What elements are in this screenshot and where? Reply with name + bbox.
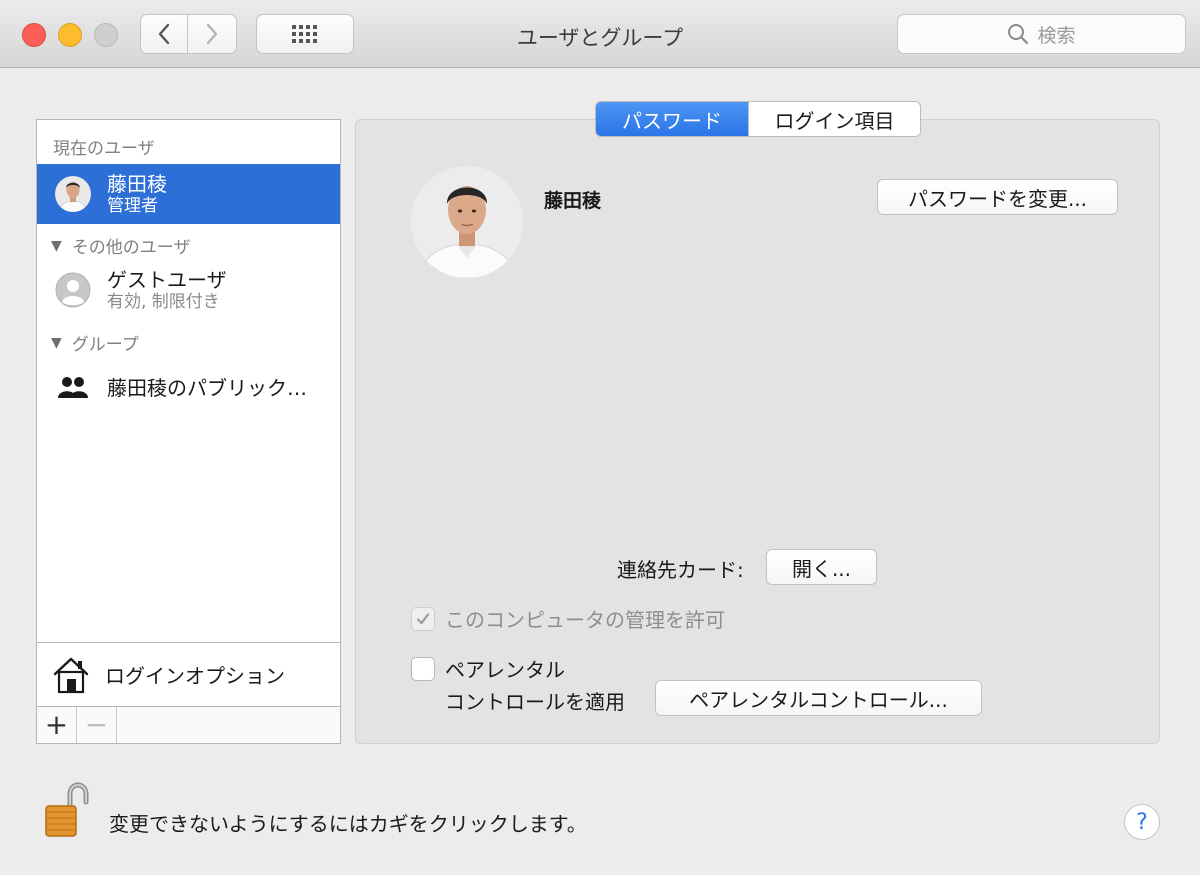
sidebar-item-current-user[interactable]: 藤田稜 管理者 bbox=[37, 164, 340, 224]
allow-admin-row: このコンピュータの管理を許可 bbox=[411, 604, 725, 633]
groups-disclosure[interactable]: ▼ グループ bbox=[51, 330, 139, 356]
group-icon bbox=[55, 370, 91, 406]
tab-password[interactable]: パスワード bbox=[596, 102, 748, 136]
login-options-label: ログインオプション bbox=[105, 664, 285, 688]
parental-controls-label-line2: コントロールを適用 bbox=[445, 690, 625, 714]
lock-instruction-text: 変更できないようにするにはカギをクリックします。 bbox=[109, 812, 587, 836]
current-user-role: 管理者 bbox=[107, 195, 158, 216]
guest-user-name: ゲストユーザ bbox=[107, 267, 227, 292]
chevron-right-icon bbox=[206, 23, 218, 45]
search-placeholder: 検索 bbox=[1037, 24, 1076, 47]
house-icon bbox=[53, 657, 89, 693]
search-icon bbox=[1008, 24, 1029, 45]
minimize-window-button[interactable] bbox=[58, 23, 82, 47]
parental-controls-label: ペアレンタル bbox=[445, 658, 565, 682]
back-button[interactable] bbox=[140, 14, 188, 54]
allow-admin-checkbox[interactable] bbox=[411, 606, 435, 631]
grid-icon bbox=[292, 25, 317, 43]
group-name: 藤田稜のパブリック… bbox=[107, 376, 307, 400]
user-name: 藤田稜 bbox=[544, 190, 602, 212]
parental-controls-row: ペアレンタル bbox=[411, 654, 565, 683]
forward-button[interactable] bbox=[188, 14, 237, 54]
other-users-disclosure[interactable]: ▼ その他のユーザ bbox=[51, 233, 191, 259]
close-window-button[interactable] bbox=[22, 23, 46, 47]
login-options-item[interactable]: ログインオプション bbox=[37, 642, 340, 706]
disclosure-triangle-icon: ▼ bbox=[51, 334, 62, 351]
parental-controls-checkbox[interactable] bbox=[411, 656, 435, 681]
title-bar: ユーザとグループ 検索 bbox=[0, 0, 1200, 68]
other-users-header: その他のユーザ bbox=[71, 238, 191, 258]
tab-bar: パスワード ログイン項目 bbox=[595, 101, 921, 137]
search-field[interactable]: 検索 bbox=[897, 14, 1186, 54]
tab-login-items[interactable]: ログイン項目 bbox=[748, 102, 920, 136]
current-user-name: 藤田稜 bbox=[107, 171, 167, 196]
sidebar-bottom-bar: + − bbox=[37, 706, 340, 743]
guest-user-status: 有効, 制限付き bbox=[107, 291, 220, 312]
unlocked-padlock-icon[interactable] bbox=[40, 780, 90, 844]
groups-header: グループ bbox=[71, 335, 139, 355]
disclosure-triangle-icon: ▼ bbox=[51, 237, 62, 254]
remove-user-button[interactable]: − bbox=[77, 707, 117, 743]
help-button[interactable]: ? bbox=[1124, 804, 1160, 840]
guest-avatar-icon bbox=[55, 272, 91, 308]
add-user-button[interactable]: + bbox=[37, 707, 77, 743]
users-sidebar: 現在のユーザ 藤田稜 管理者 ▼ その他のユーザ ゲストユーザ 有効, 制限付き… bbox=[36, 119, 341, 744]
allow-admin-label: このコンピュータの管理を許可 bbox=[445, 608, 725, 632]
zoom-window-button[interactable] bbox=[94, 23, 118, 47]
current-users-header: 現在のユーザ bbox=[53, 139, 155, 159]
open-contact-button[interactable]: 開く... bbox=[766, 549, 877, 585]
parental-controls-button[interactable]: ペアレンタルコントロール... bbox=[655, 680, 982, 716]
contact-card-label: 連絡先カード: bbox=[617, 558, 744, 582]
show-all-button[interactable] bbox=[256, 14, 354, 54]
checkmark-icon bbox=[416, 612, 430, 624]
user-avatar bbox=[55, 176, 91, 212]
chevron-left-icon bbox=[158, 23, 170, 45]
window: ユーザとグループ 検索 現在のユーザ 藤田稜 管理者 ▼ その他のユーザ ゲスト… bbox=[0, 0, 1200, 875]
sidebar-item-group[interactable]: 藤田稜のパブリック… bbox=[37, 358, 340, 418]
user-photo[interactable] bbox=[411, 166, 523, 278]
sidebar-item-guest-user[interactable]: ゲストユーザ 有効, 制限付き bbox=[37, 260, 340, 320]
change-password-button[interactable]: パスワードを変更... bbox=[877, 179, 1118, 215]
